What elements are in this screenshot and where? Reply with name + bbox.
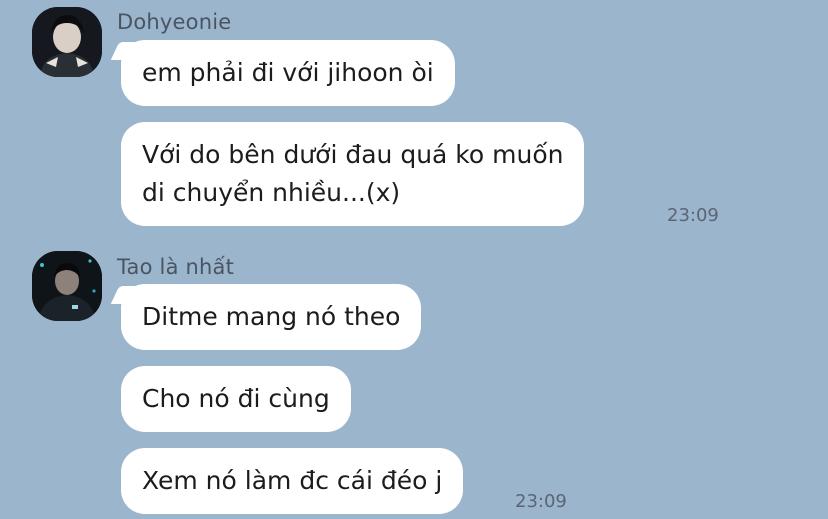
message-text: Cho nó đi cùng (142, 384, 330, 413)
sender-avatar-tao-la-nhat[interactable] (32, 251, 102, 321)
chat-view[interactable]: Dohyeonie em phải đi với jihoon òi Với d… (0, 0, 828, 519)
message-text: Ditme mang nó theo (142, 302, 401, 331)
message-text: Xem nó làm đc cái đéo j (142, 466, 443, 495)
message-bubble[interactable]: em phải đi với jihoon òi (121, 40, 455, 106)
sender-name: Tao là nhất (117, 255, 235, 279)
message-text: em phải đi với jihoon òi (142, 58, 434, 87)
message-timestamp: 23:09 (515, 491, 567, 512)
message-text: Với do bên dưới đau quá ko muốn (142, 140, 564, 169)
profile-photo-icon (32, 7, 102, 77)
sender-avatar-dohyeonie[interactable] (32, 7, 102, 77)
message-timestamp: 23:09 (667, 205, 719, 226)
message-bubble[interactable]: Với do bên dưới đau quá ko muốn di chuyể… (121, 122, 585, 226)
message-bubble[interactable]: Cho nó đi cùng (121, 366, 351, 432)
message-bubble[interactable]: Xem nó làm đc cái đéo j (121, 448, 464, 514)
profile-photo-icon (32, 251, 102, 321)
sender-name: Dohyeonie (117, 10, 232, 34)
message-bubble[interactable]: Ditme mang nó theo (121, 284, 422, 350)
message-text: di chuyển nhiều...(x) (142, 178, 401, 207)
